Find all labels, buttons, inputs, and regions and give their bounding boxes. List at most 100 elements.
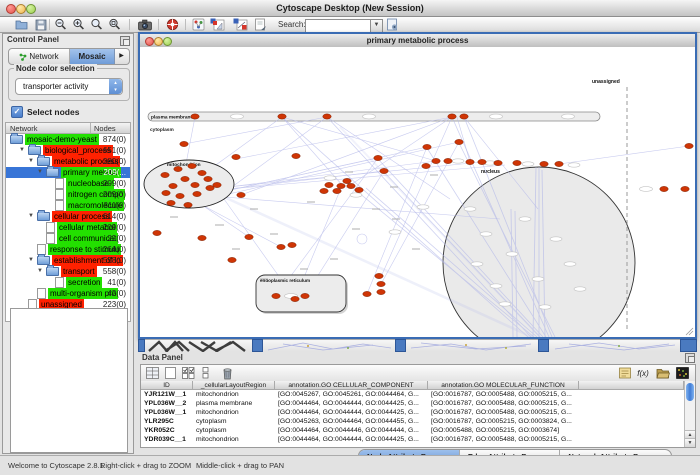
tree-row[interactable]: ▼establishment of lo558(0) [6, 255, 130, 266]
snapshot-button[interactable] [137, 18, 154, 31]
zoom-selected-button[interactable] [88, 18, 105, 31]
tree-row[interactable]: ▼metabolic process280(0) [6, 156, 130, 167]
table-row[interactable]: YLR295Ccytoplasm[GO:0045263, GO:0044464,… [141, 417, 684, 426]
tree-row[interactable]: cell communicat22(0) [6, 233, 130, 244]
matrix-view-button[interactable] [674, 366, 690, 380]
tab-network[interactable]: Network [9, 49, 70, 64]
expand-arrow-icon[interactable]: ▼ [37, 167, 46, 178]
scroll-down-icon[interactable]: ▼ [685, 438, 695, 447]
minimize-view-icon[interactable] [154, 37, 163, 46]
delete-attribute-button[interactable] [219, 366, 235, 380]
import-attributes-button[interactable] [655, 366, 671, 380]
scrollbar-thumb[interactable] [686, 383, 694, 401]
tree-row[interactable]: cellular metabol209(0) [6, 222, 130, 233]
attribute-checklist-button[interactable] [180, 366, 196, 380]
expand-arrow-icon[interactable]: ▼ [28, 211, 37, 222]
zoom-out-button[interactable] [52, 18, 69, 31]
table-column-header[interactable]: ID [141, 381, 193, 390]
main-toolbar: Search: ▼ [0, 17, 700, 33]
background-window[interactable] [263, 339, 395, 352]
vizmapper-edge-button[interactable] [232, 18, 249, 31]
table-row[interactable]: YPL036W__1mitochondrion[GO:0044464, GO:0… [141, 408, 684, 417]
zoom-in-button[interactable] [70, 18, 87, 31]
tree-row[interactable]: nucleobase-209(0) [6, 178, 130, 189]
help-button[interactable] [164, 18, 181, 31]
background-window[interactable] [406, 339, 538, 352]
background-window-edge[interactable] [395, 339, 406, 352]
save-button[interactable] [32, 18, 49, 31]
tree-row[interactable]: ▼primary metabo209(... [6, 167, 130, 178]
table-row[interactable]: YKR052Ccytoplasm[GO:0044464, GO:0044446,… [141, 426, 684, 435]
filter-button[interactable] [252, 18, 269, 31]
network-canvas[interactable]: nucleus plasma membrane cytoplasm [140, 47, 695, 337]
network-window-titlebar[interactable]: primary metabolic process [140, 34, 695, 48]
table-column-header[interactable]: annotation.GO MOLECULAR_FUNCTION [428, 381, 579, 390]
select-nodes-checkbox[interactable]: ✓ [11, 106, 23, 118]
background-window[interactable] [549, 339, 680, 352]
table-scrollbar[interactable]: ▲ ▼ [684, 381, 695, 447]
background-window[interactable] [145, 339, 252, 352]
expand-arrow-icon[interactable]: ▼ [28, 255, 37, 266]
table-cell: [GO:0016787, GO:0005488, GO:0005215, G..… [428, 390, 579, 399]
search-options-button[interactable] [384, 18, 401, 31]
expand-arrow-icon[interactable]: ▼ [28, 156, 37, 167]
tree-row[interactable]: mosaic-demo-yeast874(0) [6, 134, 130, 145]
select-attributes-button[interactable] [144, 366, 160, 380]
tab-mosaic[interactable]: Mosaic [70, 49, 115, 64]
select-stepper-icon[interactable]: ▲▼ [109, 79, 122, 94]
tree-row[interactable]: macromolecule311(0) [6, 200, 130, 211]
tree-row[interactable]: ▼cellular process614(0) [6, 211, 130, 222]
control-panel: Control Panel Network Mosaic ▶ Node colo… [2, 33, 134, 454]
open-file-button[interactable] [13, 18, 30, 31]
file-icon [46, 222, 55, 233]
search-input[interactable] [305, 19, 375, 33]
tree-row-node-count: 42(0) [107, 288, 126, 299]
unselect-attributes-button[interactable] [198, 366, 214, 380]
table-column-header[interactable]: _cellularLayoutRegion [193, 381, 275, 390]
close-view-icon[interactable] [145, 37, 154, 46]
vizmap-edge-icon [233, 18, 248, 31]
node-color-select[interactable]: transporter activity ▲▼ [15, 78, 123, 95]
table-cell: [GO:0005488, GO:0005215, GO:0003674] [428, 426, 579, 435]
search-dropdown-arrow[interactable]: ▼ [370, 19, 383, 33]
table-cell-filler [579, 417, 684, 426]
background-window-edge[interactable] [538, 339, 549, 352]
background-window-edge[interactable] [680, 339, 697, 352]
network-view-window: primary metabolic process nucleus plasma… [138, 32, 697, 339]
zoom-view-icon[interactable] [163, 37, 172, 46]
status-bar: Welcome to Cytoscape 2.8.1 Right-click +… [0, 455, 700, 475]
tree-row-node-count: 651(0) [103, 145, 126, 156]
function-builder-button[interactable]: f(x) [635, 366, 651, 380]
background-window-edge[interactable] [252, 339, 263, 352]
tree-row[interactable]: multi-organism pro42(0) [6, 288, 130, 299]
table-column-header[interactable]: annotation.GO CELLULAR_COMPONENT [275, 381, 428, 390]
table-row[interactable]: YJR121W__1mitochondrion[GO:0045267, GO:0… [141, 390, 684, 399]
tree-row[interactable]: ▼biological_process651(0) [6, 145, 130, 156]
zoom-fit-button[interactable] [106, 18, 123, 31]
tree-row[interactable]: ▼transport558(0) [6, 266, 130, 277]
table-cell: [GO:0045267, GO:0045261, GO:0044464, G..… [275, 390, 428, 399]
vizmapper-node-button[interactable] [209, 18, 226, 31]
table-cell: [GO:0044464, GO:0044444, GO:0044425, G..… [275, 408, 428, 417]
float-panel-icon[interactable] [685, 353, 695, 363]
tree-row[interactable]: secretion41(0) [6, 277, 130, 288]
float-panel-icon[interactable] [120, 36, 130, 46]
table-row[interactable]: YDR039C__1mitochondrion[GO:0044464, GO:0… [141, 435, 684, 444]
birds-eye-view[interactable] [10, 308, 128, 453]
expand-arrow-icon[interactable]: ▼ [19, 145, 28, 156]
tab-overflow-arrow[interactable]: ▶ [115, 49, 128, 64]
table-row[interactable]: YPL036W__2plasma membrane[GO:0044464, GO… [141, 399, 684, 408]
resize-grip-icon[interactable] [686, 328, 693, 335]
tree-row[interactable]: nitrogen compo209(0) [6, 189, 130, 200]
table-cell: YPL036W__2 [141, 399, 193, 408]
table-header[interactable]: ID_cellularLayoutRegionannotation.GO CEL… [141, 381, 684, 390]
tree-row-label: mosaic-demo-yeast [25, 134, 99, 145]
expand-arrow-icon[interactable]: ▼ [37, 266, 46, 277]
control-panel-tabs: Network Mosaic ▶ [8, 48, 130, 65]
graphics-details-button[interactable] [190, 18, 207, 31]
annotation-button[interactable] [617, 366, 633, 380]
new-attribute-button[interactable] [162, 366, 178, 380]
background-window-edge[interactable] [138, 339, 145, 352]
tree-row[interactable]: response to stimulu264(0) [6, 244, 130, 255]
table-cell: [GO:0044464, GO:0044446, GO:0044444, G..… [275, 426, 428, 435]
